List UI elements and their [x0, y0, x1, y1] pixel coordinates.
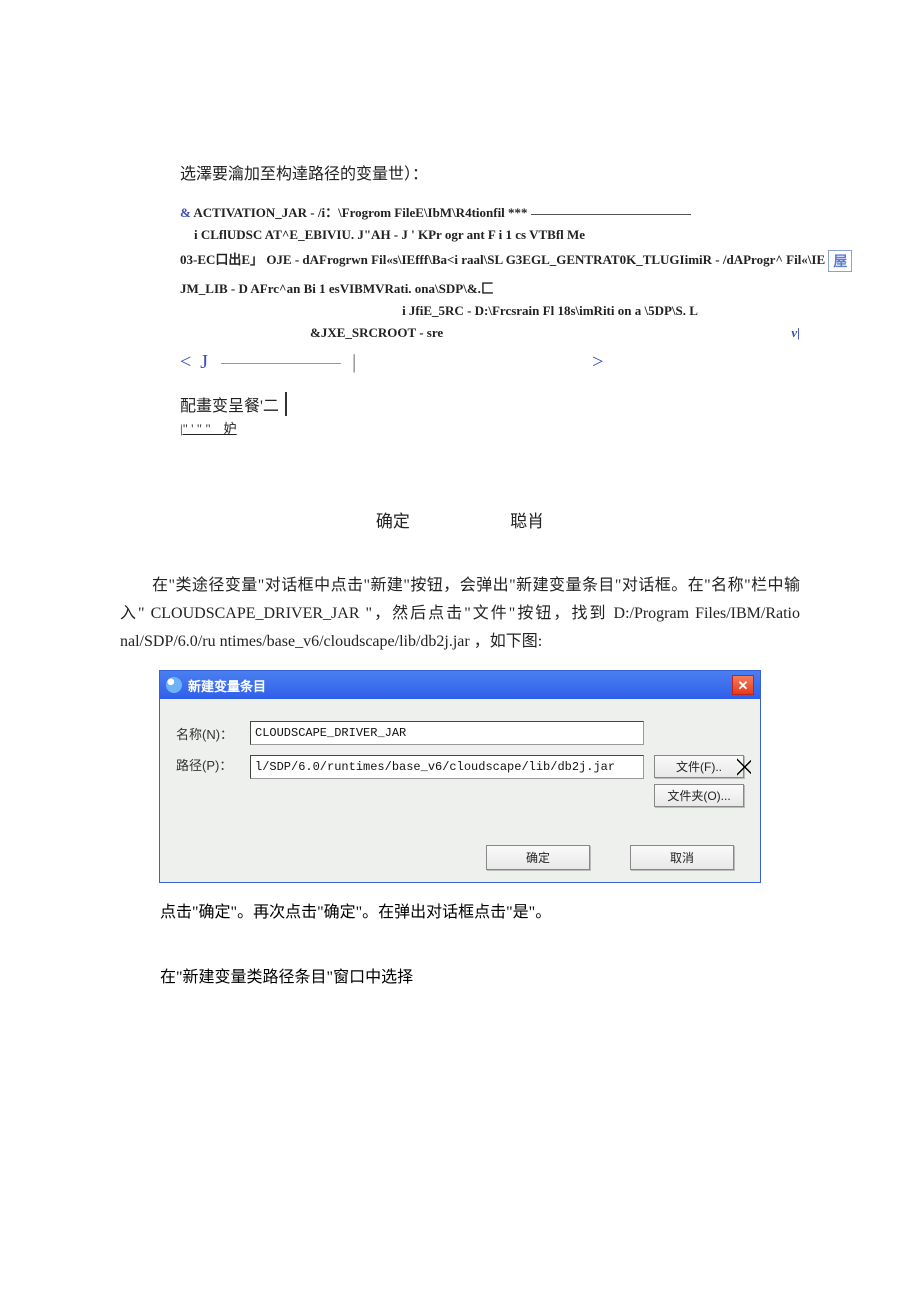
file-button[interactable]: 文件(F)..: [654, 755, 744, 778]
dialog-footer: 确定 取消: [176, 845, 744, 870]
var-text: 03-EC口出E」: [180, 252, 263, 267]
paragraph-after-dialog: 点击"确定"。再次点击"确定"。在弹出对话框点击"是"。: [160, 899, 800, 927]
var-row: JM_LIB - D AFrc^an Bi 1 esVIBMVRati. ona…: [180, 278, 860, 297]
dialog-icon: [166, 677, 182, 693]
dialog-titlebar: 新建变量条目 ✕: [160, 671, 760, 699]
path-row: 路径(P)： 文件(F).. 文件夹(O)...: [176, 755, 744, 807]
folder-button[interactable]: 文件夹(O)...: [654, 784, 744, 807]
close-button[interactable]: ✕: [732, 675, 754, 695]
intro-text: 选澤要瀹加至构達路径的变量世）：: [180, 160, 860, 184]
var-row: &JXE_SRCROOT - sre v|: [180, 325, 860, 341]
bar-icon: [285, 392, 287, 416]
var-row: 03-EC口出E」 OJE - dAFrogrwn Fil«s\IEfff\Ba…: [180, 249, 860, 272]
ok-label: 确定: [376, 507, 410, 532]
var-text: OJE - dAFrogrwn Fil«s\IEfff\Ba<i raal\SL…: [266, 252, 825, 267]
left-arrow-icon: < J: [180, 351, 210, 373]
path-input[interactable]: [250, 755, 644, 779]
var-row: & ACTIVATION_JAR - /i：\Frogrom FileE\IbM…: [180, 202, 860, 221]
var-row: i CLflUDSC AT^E_EBIVIU. J"AH - J ' KPr o…: [194, 227, 860, 243]
name-row: 名称(N)：: [176, 721, 744, 745]
name-input[interactable]: [250, 721, 644, 745]
var-row: i JfiE_5RC - D:\Frcsrain Fl 18s\imRiti o…: [240, 303, 860, 319]
new-variable-dialog: 新建变量条目 ✕ 名称(N)： 路径(P)： 文件(F).. 文件夹(O)...: [159, 670, 761, 883]
cancel-button[interactable]: 取消: [630, 845, 734, 870]
ok-button[interactable]: 确定: [486, 845, 590, 870]
name-label: 名称(N)：: [176, 724, 240, 743]
scroll-marker: v|: [791, 325, 800, 341]
right-arrow-icon: >: [592, 351, 605, 373]
var-text: &JXE_SRCROOT - sre: [310, 325, 443, 341]
highlight-box: 屋: [828, 250, 852, 272]
dialog-title-text: 新建变量条目: [188, 676, 266, 695]
variable-list: & ACTIVATION_JAR - /i：\Frogrom FileE\IbM…: [180, 202, 860, 416]
ampersand: &: [180, 205, 191, 220]
path-label: 路径(P)：: [176, 755, 240, 774]
underline-blank: [531, 214, 691, 215]
paragraph-final: 在"新建变量类路径条目"窗口中选择: [160, 963, 800, 987]
path-buttons-col: 文件(F).. 文件夹(O)...: [654, 755, 744, 807]
underline-blank: [221, 363, 341, 364]
document-page: 选澤要瀹加至构達路径的变量世）： & ACTIVATION_JAR - /i：\…: [0, 0, 920, 1027]
var-text: ACTIVATION_JAR - /i：\Frogrom FileE\IbM\R…: [193, 205, 530, 220]
small-under-inner: " ' " " 妒: [183, 421, 237, 436]
confirm-row: 确定 聪肖: [60, 507, 860, 532]
arrow-row: < J | >: [180, 351, 860, 374]
dialog-body: 名称(N)： 路径(P)： 文件(F).. 文件夹(O)... 确定 取消: [160, 699, 760, 882]
config-label: 配畫变呈餐'二: [180, 392, 279, 416]
small-under-text: |" ' " " 妒: [180, 418, 860, 437]
cancel-label: 聪肖: [510, 507, 544, 532]
config-label-row: 配畫变呈餐'二: [180, 392, 860, 416]
close-icon: ✕: [738, 679, 749, 692]
paragraph-1: 在"类途径变量"对话框中点击"新建"按钮，会弹出"新建变量条目"对话框。在"名称…: [120, 572, 800, 656]
